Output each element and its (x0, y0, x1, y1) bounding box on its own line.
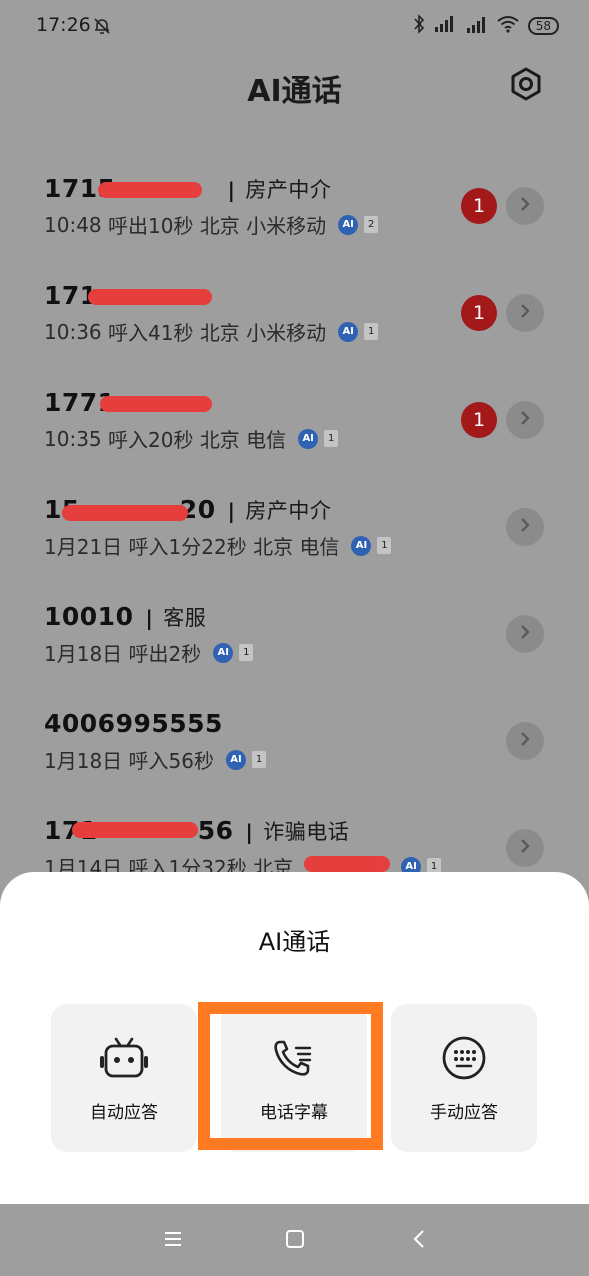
call-log-item[interactable]: 1715 | 房产中介 10:48 呼出10秒 北京 小米移动 AI 2 1 (0, 160, 589, 250)
system-nav-bar (0, 1204, 589, 1276)
auto-answer-label: 自动应答 (90, 1103, 158, 1123)
bluetooth-icon (412, 14, 426, 38)
redaction-mark (88, 289, 212, 305)
call-city: 北京 (199, 214, 240, 238)
redaction-mark (304, 856, 390, 872)
ai-badge: AI (213, 642, 234, 663)
keypad-icon (441, 1036, 487, 1080)
call-time: 10:36 (44, 319, 102, 344)
ai-badge: AI (226, 749, 246, 770)
call-direction: 呼入41秒 (108, 321, 194, 345)
call-tag: 房产中介 (245, 178, 332, 202)
call-carrier: 小米移动 (246, 214, 327, 238)
call-detail-button[interactable] (506, 722, 544, 760)
home-nav-button[interactable] (280, 1228, 310, 1254)
ai-badge: AI (298, 428, 319, 449)
call-direction: 呼出10秒 (108, 214, 194, 238)
ai-call-bottom-sheet: AI通话 自动应答 电话字幕 手动应答 (0, 872, 589, 1204)
back-chevron-icon (412, 1229, 426, 1253)
redaction-mark (98, 182, 202, 198)
record-count-badge: 2 (364, 216, 379, 233)
call-carrier: 小米移动 (246, 321, 327, 345)
call-log-item[interactable]: 10010 | 客服 1月18日 呼出2秒 AI 1 (0, 588, 589, 678)
ai-badge: AI (351, 535, 372, 556)
unread-badge: 1 (461, 188, 497, 224)
chevron-right-icon (519, 837, 531, 859)
call-tag: 诈骗电话 (263, 820, 350, 844)
call-detail-button[interactable] (506, 508, 544, 546)
auto-answer-option[interactable]: 自动应答 (51, 1004, 197, 1152)
call-direction: 呼入56秒 (128, 749, 214, 773)
phone-number-tail: 56 (197, 816, 234, 845)
chevron-right-icon (519, 623, 531, 645)
back-nav-button[interactable] (404, 1228, 434, 1254)
redaction-mark (62, 505, 188, 521)
ai-badge: AI (338, 214, 359, 235)
call-log-item[interactable]: 4006995555 1月18日 呼入56秒 AI 1 (0, 695, 589, 785)
record-count-badge: 1 (377, 537, 392, 554)
sheet-title: AI通话 (258, 928, 331, 956)
menu-icon (163, 1230, 183, 1252)
call-detail-button[interactable] (506, 401, 544, 439)
chevron-right-icon (519, 195, 531, 217)
redaction-mark (72, 822, 198, 838)
call-direction: 呼入20秒 (108, 428, 194, 452)
call-tag: 客服 (163, 606, 207, 630)
call-detail-button[interactable] (506, 615, 544, 653)
phone-number: 4006995555 (44, 709, 223, 738)
page-title: AI通话 (247, 74, 342, 109)
gear-icon (509, 67, 543, 105)
call-city: 北京 (199, 428, 240, 452)
call-detail-button[interactable] (506, 294, 544, 332)
record-count-badge: 1 (324, 430, 339, 447)
call-time: 10:48 (44, 212, 102, 237)
phone-number: 10010 (44, 602, 134, 631)
call-time: 1月21日 (44, 535, 123, 559)
status-time: 17:26 (36, 14, 91, 36)
call-time: 1月18日 (44, 749, 123, 773)
settings-button[interactable] (506, 66, 546, 106)
manual-answer-option[interactable]: 手动应答 (391, 1004, 537, 1152)
home-square-icon (285, 1229, 305, 1253)
call-direction: 呼入1分22秒 (128, 535, 247, 559)
chevron-right-icon (519, 409, 531, 431)
call-detail-button[interactable] (506, 829, 544, 867)
call-time: 10:35 (44, 426, 102, 451)
call-city: 北京 (253, 535, 294, 559)
highlight-annotation (198, 1002, 383, 1150)
robot-icon (96, 1036, 152, 1080)
call-detail-button[interactable] (506, 187, 544, 225)
call-log-item[interactable]: 1520|房产中介 1月21日 呼入1分22秒 北京 电信 AI 1 (0, 481, 589, 571)
call-carrier: 电信 (299, 535, 340, 559)
redaction-mark (100, 396, 212, 412)
call-tag: 房产中介 (245, 499, 332, 523)
menu-nav-button[interactable] (158, 1228, 188, 1254)
call-time: 1月18日 (44, 642, 123, 666)
ai-badge: AI (338, 321, 359, 342)
unread-badge: 1 (461, 402, 497, 438)
record-count-badge: 1 (239, 644, 254, 661)
battery-indicator: 58 (527, 17, 559, 35)
signal-icon (434, 16, 456, 36)
manual-answer-label: 手动应答 (430, 1103, 498, 1123)
chevron-right-icon (519, 730, 531, 752)
call-log-item[interactable]: 171 10:36 呼入41秒 北京 小米移动 AI 1 1 (0, 267, 589, 357)
unread-badge: 1 (461, 295, 497, 331)
status-bar: 17:26 58 (0, 0, 589, 52)
call-carrier: 电信 (246, 428, 287, 452)
bell-muted-icon (92, 16, 112, 40)
call-log-item[interactable]: 1771 10:35 呼入20秒 北京 电信 AI 1 1 (0, 374, 589, 464)
wifi-icon (496, 15, 520, 37)
call-city: 北京 (199, 321, 240, 345)
call-direction: 呼出2秒 (128, 642, 202, 666)
signal-hd-icon (464, 15, 488, 37)
chevron-right-icon (519, 302, 531, 324)
chevron-right-icon (519, 516, 531, 538)
record-count-badge: 1 (364, 323, 379, 340)
record-count-badge: 1 (252, 751, 266, 768)
